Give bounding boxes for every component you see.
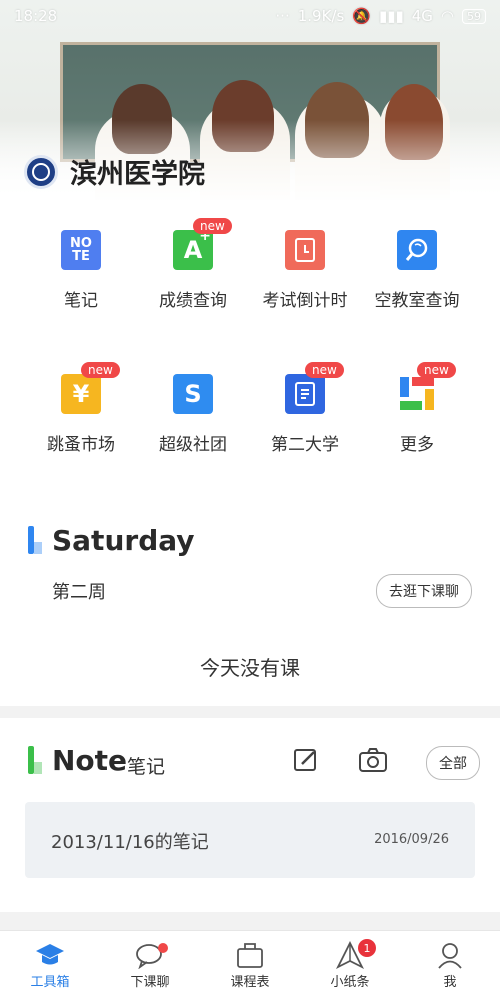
tool-note[interactable]: NO TE 笔记 [25,215,137,315]
tool-label: 空教室查询 [374,291,460,311]
section-divider [0,912,500,930]
signal-icon: ▮▮▮ [378,7,404,25]
nav-chat[interactable]: 下课聊 [100,931,200,990]
nav-label: 工具箱 [30,975,70,990]
tool-more[interactable]: new 更多 [361,359,473,459]
bottom-nav: 工具箱 下课聊 课程表 1 小纸条 我 [0,930,500,990]
new-badge: new [193,218,232,234]
school-logo-icon [24,154,58,189]
nav-label: 课程表 [230,975,270,990]
schedule-section: Saturday 第二周 去逛下课聊 今天没有课 [0,520,500,706]
wifi-icon: ◠ [440,7,454,25]
nav-label: 下课聊 [130,975,170,990]
tool-label: 更多 [400,435,434,455]
ellipsis-icon: ··· [275,7,290,25]
tool-super-club[interactable]: S 超级社团 [137,359,249,459]
tool-label: 第二大学 [271,435,339,455]
network-type: 4G [411,7,433,25]
tool-second-university[interactable]: new 第二大学 [249,359,361,459]
section-marker [28,526,42,554]
new-badge: new [81,362,120,378]
tool-exam-countdown[interactable]: 考试倒计时 [249,215,361,315]
nav-timetable[interactable]: 课程表 [200,931,300,990]
tool-flea-market[interactable]: ¥ new 跳蚤市场 [25,359,137,459]
nav-label: 我 [443,975,457,990]
grade-icon: A + new [173,218,232,270]
section-marker [28,746,42,774]
battery-indicator: 59 [462,8,486,24]
unread-count-badge: 1 [358,939,376,957]
edit-icon[interactable] [292,746,320,774]
status-bar: 18:28 ··· 1.9K/s 🔕 ▮▮▮ 4G ◠ 59 [0,0,500,32]
section-divider [0,706,500,718]
unread-dot [158,943,168,953]
new-badge: new [305,362,344,378]
tool-label: 超级社团 [159,435,227,455]
note-card-title: 2013/11/16的笔记 [51,832,209,853]
no-class-message: 今天没有课 [200,656,300,680]
note-icon: NO TE [61,230,101,270]
note-title: Note [52,744,128,777]
tool-empty-classroom[interactable]: 空教室查询 [361,215,473,315]
all-notes-button[interactable]: 全部 [426,746,480,780]
nav-profile[interactable]: 我 [400,931,500,990]
timetable-icon [237,943,263,968]
new-badge: new [417,362,456,378]
club-icon: S [173,374,213,414]
mute-icon: 🔕 [352,7,371,25]
tool-label: 成绩查询 [159,291,227,311]
school-name: 滨州医学院 [70,159,205,190]
nav-label: 小纸条 [330,975,370,990]
note-subtitle: 笔记 [127,756,166,778]
note-card-date: 2016/09/26 [374,832,449,847]
countdown-icon [285,230,325,270]
school-header: 滨州医学院 [24,152,205,191]
note-card[interactable]: 2013/11/16的笔记 2016/09/26 [25,802,475,878]
day-title: Saturday [52,524,195,557]
market-icon: ¥ new [61,362,120,414]
book-icon: new [285,362,344,414]
week-label: 第二周 [52,582,106,603]
tool-grid: NO TE 笔记 A + new 成绩查询 考试倒计时 空教室查询 ¥ new 跳蚤… [25,215,475,459]
toolbox-icon [36,944,64,965]
network-speed: 1.9K/s [297,7,345,25]
tool-grade-query[interactable]: A + new 成绩查询 [137,215,249,315]
more-icon: new [397,362,456,414]
note-section: Note 笔记 全部 2013/11/16的笔记 2016/09/26 [0,730,500,910]
tool-label: 笔记 [64,291,98,311]
tool-label: 考试倒计时 [262,291,348,311]
profile-icon [438,943,462,969]
nav-paper-note[interactable]: 1 小纸条 [300,931,400,990]
classroom-search-icon [397,230,437,270]
chat-chip-button[interactable]: 去逛下课聊 [376,574,472,608]
camera-icon[interactable] [358,746,387,774]
nav-toolbox[interactable]: 工具箱 [0,931,100,990]
status-time: 18:28 [14,7,58,25]
tool-label: 跳蚤市场 [47,435,115,455]
